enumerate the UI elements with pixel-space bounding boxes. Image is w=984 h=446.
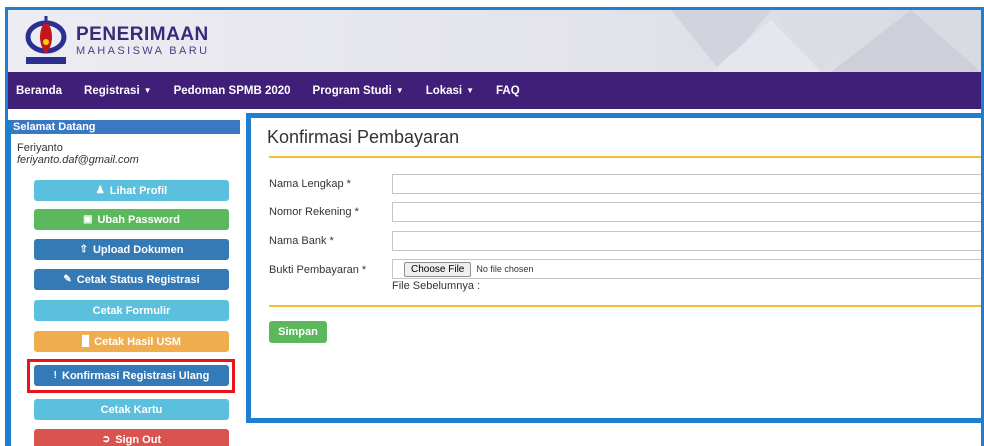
page-title: Konfirmasi Pembayaran [267, 127, 460, 147]
nav-faq[interactable]: FAQ [496, 85, 520, 97]
sidebar: Selamat Datang Feriyanto feriyanto.daf@g… [8, 120, 240, 446]
brand-subtitle: MAHASISWA BARU [76, 45, 210, 57]
nama-bank-input[interactable] [392, 231, 981, 251]
user-icon: ♟ [95, 185, 105, 196]
choose-file-button[interactable]: Choose File [404, 261, 472, 277]
nomor-rekening-input[interactable] [392, 202, 981, 222]
nav-registrasi[interactable]: Registrasi ▼ [84, 85, 152, 97]
sign-out-button[interactable]: ➲ Sign Out [34, 429, 229, 446]
header-decoration [671, 10, 981, 72]
site-header: PENERIMAAN MAHASISWA BARU [8, 10, 981, 72]
sign-out-icon: ➲ [101, 434, 111, 445]
bukti-pembayaran-file-input[interactable]: Choose File No file chosen [392, 259, 981, 279]
nav-lokasi[interactable]: Lokasi ▼ [426, 85, 474, 97]
caret-down-icon: ▼ [466, 85, 475, 95]
brand-title: PENERIMAAN [76, 24, 209, 45]
file-icon: █ [82, 336, 90, 347]
main-navbar: Beranda Registrasi ▼ Pedoman SPMB 2020 Pr… [8, 72, 981, 109]
university-logo-icon [25, 16, 67, 64]
app-window: PENERIMAAN MAHASISWA BARU Beranda Regist… [5, 7, 984, 446]
nav-program-studi[interactable]: Program Studi ▼ [313, 85, 404, 97]
nomor-rekening-label: Nomor Rekening * [269, 206, 359, 218]
caret-down-icon: ▼ [143, 85, 152, 95]
simpan-button[interactable]: Simpan [269, 321, 327, 343]
sidebar-heading: Selamat Datang [11, 120, 240, 134]
lihat-profil-button[interactable]: ♟ Lihat Profil [34, 180, 229, 201]
lock-icon: ▣ [83, 214, 93, 225]
payment-confirmation-panel: Konfirmasi Pembayaran Nama Lengkap * Nom… [246, 113, 981, 423]
brand-logo-link[interactable]: PENERIMAAN MAHASISWA BARU [24, 16, 209, 66]
edit-icon: ✎ [63, 274, 72, 285]
bukti-pembayaran-label: Bukti Pembayaran * [269, 264, 367, 276]
cetak-kartu-button[interactable]: Cetak Kartu [34, 399, 229, 420]
nama-bank-label: Nama Bank * [269, 235, 334, 247]
nav-pedoman[interactable]: Pedoman SPMB 2020 [174, 85, 291, 97]
nav-beranda[interactable]: Beranda [16, 85, 62, 97]
konfirmasi-registrasi-ulang-button[interactable]: ! Konfirmasi Registrasi Ulang [34, 365, 229, 386]
user-name: Feriyanto [17, 142, 63, 154]
form-divider [269, 305, 981, 307]
cetak-formulir-button[interactable]: Cetak Formulir [34, 300, 229, 321]
user-email: feriyanto.daf@gmail.com [17, 154, 139, 166]
nama-lengkap-label: Nama Lengkap * [269, 178, 351, 190]
file-status: No file chosen [476, 264, 534, 274]
caret-down-icon: ▼ [395, 85, 404, 95]
upload-dokumen-button[interactable]: ⇧ Upload Dokumen [34, 239, 229, 260]
cetak-hasil-usm-button[interactable]: █ Cetak Hasil USM [34, 331, 229, 352]
title-divider [269, 156, 981, 158]
previous-file-label: File Sebelumnya : [392, 280, 481, 292]
ubah-password-button[interactable]: ▣ Ubah Password [34, 209, 229, 230]
nama-lengkap-input[interactable] [392, 174, 981, 194]
cetak-status-registrasi-button[interactable]: ✎ Cetak Status Registrasi [34, 269, 229, 290]
upload-icon: ⇧ [79, 244, 88, 255]
exclamation-icon: ! [53, 370, 57, 381]
